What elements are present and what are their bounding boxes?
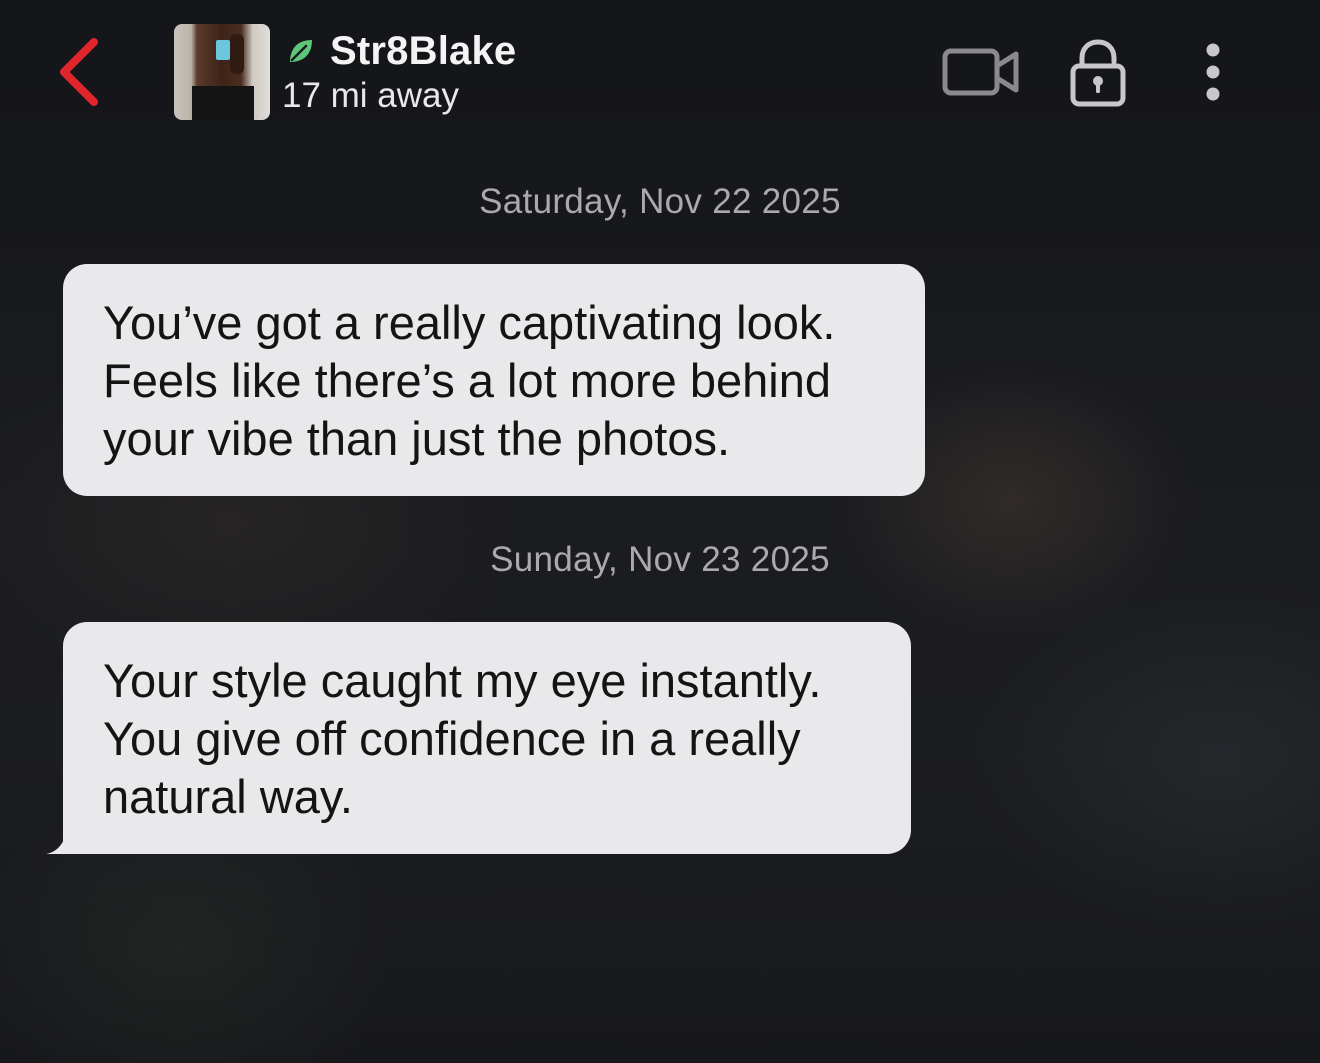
back-button[interactable]	[50, 34, 110, 110]
unlock-icon	[1070, 39, 1126, 107]
distance-label: 17 mi away	[282, 76, 460, 115]
message-line: Feels like there’s a lot more behind	[103, 354, 832, 407]
avatar-shorts	[192, 86, 254, 120]
message-line: natural way.	[103, 770, 353, 823]
more-options-button[interactable]	[1196, 40, 1230, 106]
video-call-icon	[942, 48, 1019, 96]
chevron-left-icon	[60, 38, 98, 106]
chat-header: Str8Blake 17 mi away	[0, 0, 1320, 140]
profile-name-row[interactable]: Str8Blake	[286, 28, 516, 74]
message-line: You give off confidence in a really	[103, 712, 801, 765]
message-bubble[interactable]: You’ve got a really captivating look. Fe…	[63, 264, 925, 496]
message-line: You’ve got a really captivating look.	[103, 296, 836, 349]
leaf-icon	[286, 36, 316, 66]
more-vertical-icon	[1206, 43, 1220, 101]
date-separator: Saturday, Nov 22 2025	[479, 182, 841, 221]
unlock-button[interactable]	[1068, 38, 1128, 108]
video-call-button[interactable]	[942, 46, 1022, 98]
message-bubble[interactable]: Your style caught my eye instantly. You …	[63, 622, 911, 854]
avatar-arm	[230, 34, 244, 74]
message-line: your vibe than just the photos.	[103, 412, 731, 465]
date-separator: Sunday, Nov 23 2025	[490, 540, 830, 579]
avatar-phone	[216, 40, 230, 60]
avatar[interactable]	[174, 24, 270, 120]
message-line: Your style caught my eye instantly.	[103, 654, 822, 707]
profile-name: Str8Blake	[330, 28, 517, 73]
